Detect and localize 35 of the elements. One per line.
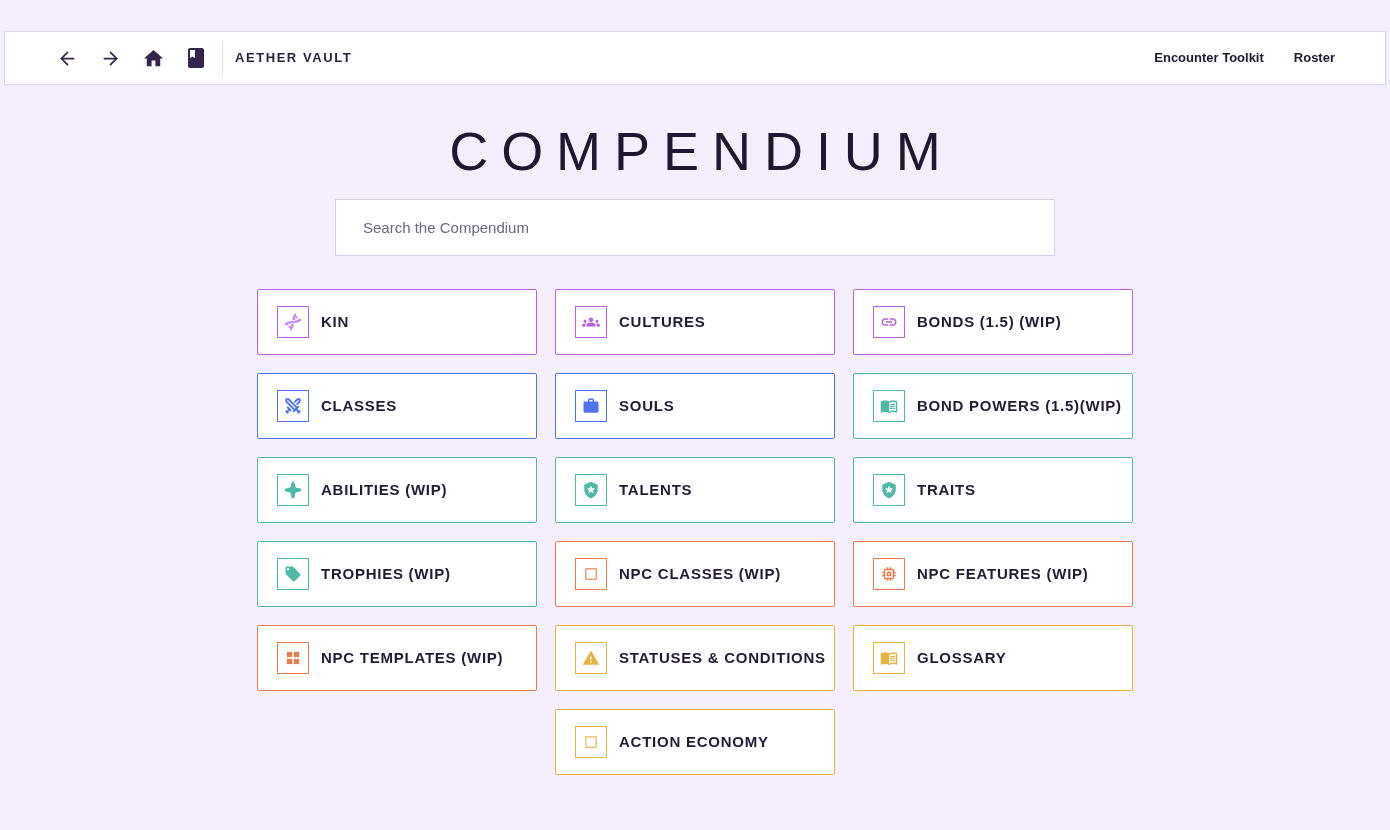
open-book-icon (873, 390, 905, 422)
briefcase-icon (575, 390, 607, 422)
category-card[interactable]: CULTURES (555, 289, 835, 355)
page-title: COMPENDIUM (448, 120, 954, 183)
category-card[interactable]: GLOSSARY (853, 625, 1133, 691)
category-card[interactable]: TROPHIES (WIP) (257, 541, 537, 607)
category-card[interactable]: TALENTS (555, 457, 835, 523)
tag-icon (277, 558, 309, 590)
category-card[interactable]: KIN (257, 289, 537, 355)
chip-icon (873, 558, 905, 590)
category-card[interactable]: ACTION ECONOMY (555, 709, 835, 775)
category-card[interactable]: TRAITS (853, 457, 1133, 523)
category-card[interactable]: NPC FEATURES (WIP) (853, 541, 1133, 607)
category-card[interactable]: SOULS (555, 373, 835, 439)
nav-link[interactable]: Roster (1293, 48, 1335, 68)
search-field[interactable]: Search the Compendium (335, 199, 1055, 256)
grid-icon (277, 642, 309, 674)
nav-link[interactable]: Encounter Toolkit (1154, 48, 1264, 68)
category-card[interactable]: CLASSES (257, 373, 537, 439)
category-card[interactable]: NPC CLASSES (WIP) (555, 541, 835, 607)
dna-icon (277, 306, 309, 338)
open-book-icon (873, 642, 905, 674)
category-card[interactable]: BOND POWERS (1.5)(WIP) (853, 373, 1133, 439)
category-card[interactable]: NPC TEMPLATES (WIP) (257, 625, 537, 691)
category-card[interactable]: ABILITIES (WIP) (257, 457, 537, 523)
category-card[interactable]: STATUSES & CONDITIONS (555, 625, 835, 691)
link-icon (873, 306, 905, 338)
warning-icon (575, 642, 607, 674)
category-card[interactable]: BONDS (1.5) (WIP) (853, 289, 1133, 355)
square-icon (575, 726, 607, 758)
sparkle-icon (277, 474, 309, 506)
square-icon (575, 558, 607, 590)
people-icon (575, 306, 607, 338)
brand-link[interactable]: AETHER VAULT (235, 48, 353, 68)
crossed-swords-icon (277, 390, 309, 422)
